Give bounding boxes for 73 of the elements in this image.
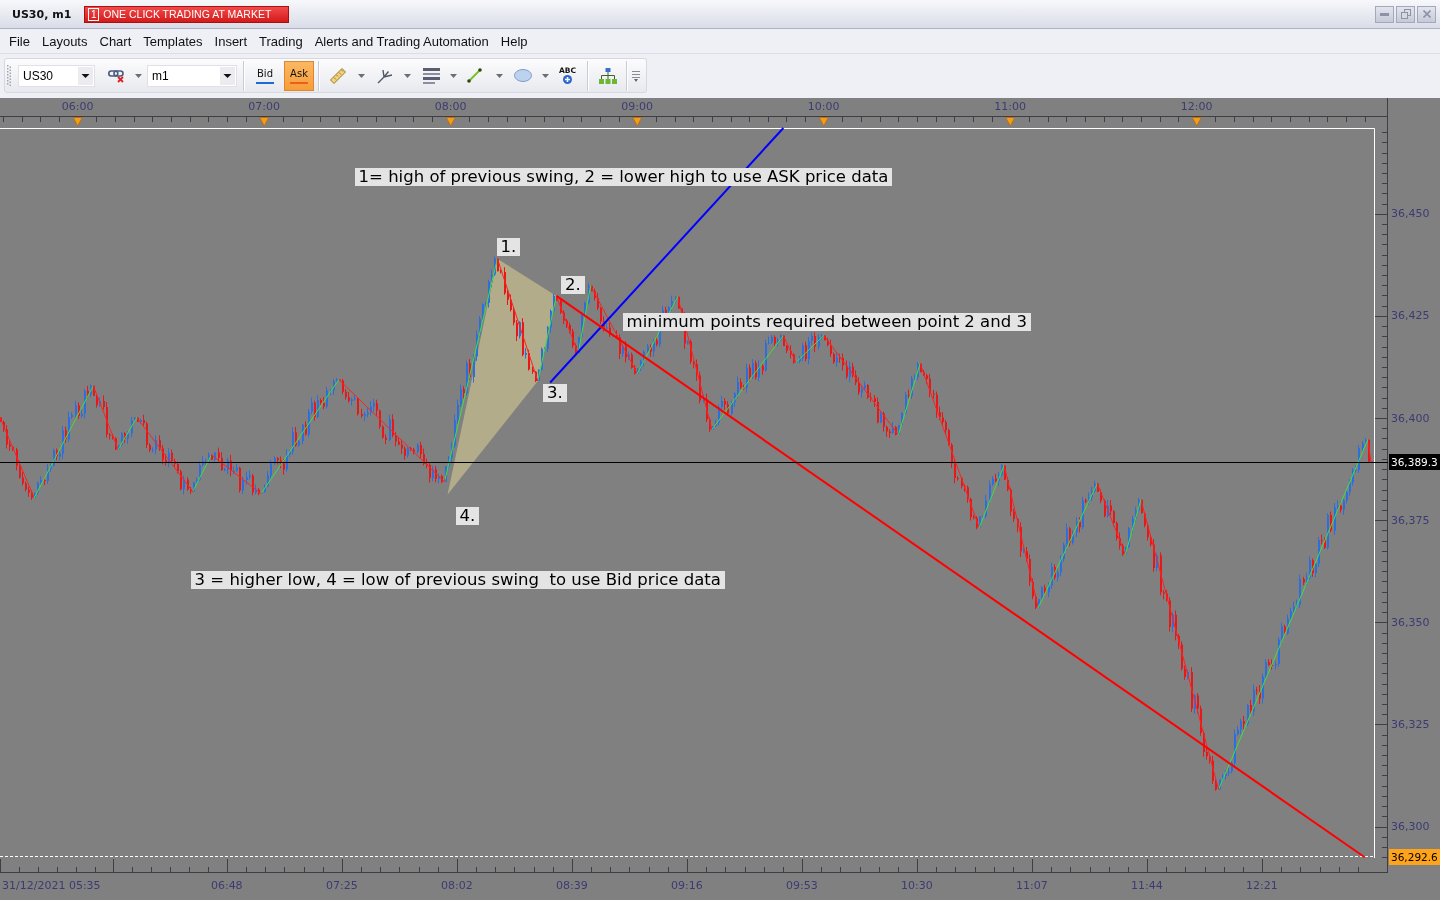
price-tag: 36,389.3 bbox=[1389, 454, 1440, 470]
hour-marker-icon bbox=[632, 117, 643, 127]
time-label: 11:44 bbox=[1131, 879, 1163, 892]
annotation-label: 1= high of previous swing, 2 = lower high to use ASK price data bbox=[354, 168, 893, 186]
caret-icon[interactable] bbox=[78, 66, 93, 85]
price-tag: 36,292.6 bbox=[1389, 849, 1440, 865]
diagonal-line-icon[interactable] bbox=[467, 68, 482, 83]
time-label: 08:39 bbox=[555, 879, 588, 892]
ellipse-icon[interactable] bbox=[514, 69, 532, 82]
time-label: 07:25 bbox=[325, 879, 358, 892]
hour-marker-icon bbox=[1191, 117, 1202, 127]
time-label: 08:02 bbox=[440, 879, 473, 892]
close-button[interactable] bbox=[1417, 5, 1436, 23]
minimize-button[interactable] bbox=[1375, 5, 1394, 23]
time-label: 10:30 bbox=[901, 879, 933, 892]
menu-item[interactable]: Chart bbox=[93, 30, 138, 52]
time-label: 06:00 bbox=[61, 100, 94, 113]
price-label: 36,350 bbox=[1391, 615, 1430, 629]
time-label: 07:00 bbox=[248, 100, 280, 113]
hierarchy-icon[interactable] bbox=[599, 67, 618, 84]
menu-item[interactable]: Templates bbox=[137, 30, 209, 52]
time-label: 31/12/2021 05:35 bbox=[2, 879, 101, 892]
price-source-button[interactable]: Bid bbox=[250, 60, 280, 91]
time-label: 10:00 bbox=[807, 100, 840, 113]
time-label: 11:00 bbox=[994, 100, 1026, 113]
number-badge: 1 bbox=[88, 7, 100, 21]
restore-icon bbox=[1400, 9, 1411, 19]
annotation-label: 3. bbox=[542, 384, 567, 403]
annotation-label: 2. bbox=[560, 275, 585, 294]
annotation-label: 4. bbox=[455, 507, 480, 526]
price-label: 36,375 bbox=[1391, 513, 1430, 527]
plus-icon bbox=[563, 75, 572, 84]
one-click-trading-button[interactable]: 1 ONE CLICK TRADING AT MARKET bbox=[84, 5, 290, 23]
time-label: 11:07 bbox=[1016, 879, 1048, 892]
fork-icon[interactable] bbox=[377, 67, 394, 84]
price-label: 36,325 bbox=[1391, 717, 1430, 731]
overflow-icon[interactable] bbox=[632, 69, 641, 82]
price-source-button[interactable]: Ask bbox=[284, 60, 314, 91]
window-title: US30, m1 bbox=[12, 7, 72, 21]
time-label: 09:16 bbox=[671, 879, 703, 892]
annotation-label: 3 = higher low, 4 = low of previous swing to use Bid price data bbox=[190, 570, 725, 589]
timeframe-field[interactable]: m1 bbox=[147, 64, 237, 87]
menu-item[interactable]: Insert bbox=[208, 30, 254, 52]
annotation-label: 1. bbox=[496, 237, 521, 256]
grip-icon[interactable] bbox=[7, 64, 11, 87]
time-label: 09:00 bbox=[621, 100, 653, 113]
time-label: 08:00 bbox=[434, 100, 467, 113]
symbol-field[interactable]: US30 bbox=[18, 64, 95, 87]
menu-item[interactable]: Trading bbox=[253, 30, 309, 52]
hour-marker-icon bbox=[818, 117, 829, 127]
hour-marker-icon bbox=[1005, 117, 1016, 127]
stacked-lines-icon[interactable] bbox=[423, 67, 440, 84]
annotation-label: minimum points required between point 2 and 3 bbox=[622, 313, 1031, 331]
menu-item[interactable]: Layouts bbox=[35, 30, 94, 52]
hour-marker-icon bbox=[72, 117, 83, 127]
price-label: 36,425 bbox=[1391, 309, 1430, 323]
hour-marker-icon bbox=[445, 117, 456, 127]
chain-icon[interactable] bbox=[108, 68, 125, 83]
caret-icon[interactable] bbox=[220, 66, 235, 85]
time-label: 06:48 bbox=[210, 879, 243, 892]
time-label: 12:21 bbox=[1246, 879, 1278, 892]
menu-item[interactable]: File bbox=[3, 30, 36, 52]
menu-item[interactable]: Alerts and Trading Automation bbox=[308, 30, 495, 52]
hour-marker-icon bbox=[259, 117, 270, 127]
price-label: 36,450 bbox=[1391, 207, 1430, 221]
price-label: 36,300 bbox=[1391, 820, 1430, 834]
restore-button[interactable] bbox=[1396, 5, 1415, 23]
time-label: 12:00 bbox=[1180, 100, 1213, 113]
price-label: 36,400 bbox=[1391, 411, 1430, 425]
minimize-icon bbox=[1380, 12, 1389, 16]
menu-item[interactable]: Help bbox=[494, 30, 534, 52]
time-label: 09:53 bbox=[786, 879, 818, 892]
close-icon bbox=[1422, 10, 1431, 18]
